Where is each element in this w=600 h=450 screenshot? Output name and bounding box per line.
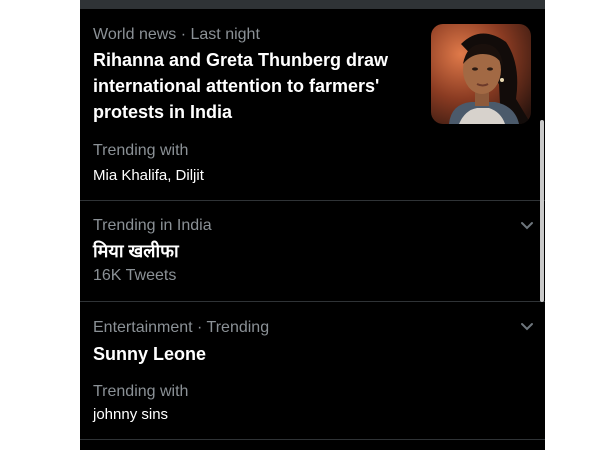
trend-title: Sunny Leone: [93, 344, 207, 364]
chevron-down-icon[interactable]: [519, 318, 535, 334]
trend-title: मिया खलीफा: [93, 241, 179, 261]
headline-line-3: protests in India: [93, 102, 233, 122]
trending-with-label: Trending with: [93, 383, 189, 400]
trend-item-rihanna[interactable]: World news · Last night Rihanna and Gret…: [80, 9, 545, 201]
trend-headline[interactable]: Rihanna and Greta Thunberg draw internat…: [93, 47, 423, 125]
trending-with-value: johnny sins: [93, 406, 169, 423]
headline-line-1: Rihanna and Greta Thunberg draw: [93, 50, 389, 70]
trend-meta: Trending in India: [93, 217, 212, 234]
twitter-trends-screen: World news · Last night Rihanna and Gret…: [80, 0, 545, 450]
rihanna-portrait-photo[interactable]: [431, 24, 531, 124]
top-strip: [80, 0, 545, 9]
headline-line-2: international attention to farmers': [93, 76, 380, 96]
trend-item-sunny-leone[interactable]: Entertainment · Trending Sunny Leone Tre…: [80, 302, 545, 440]
tweet-count: 16K Tweets: [93, 267, 177, 284]
trending-with-value: Mia Khalifa, Diljit: [93, 167, 204, 184]
chevron-down-icon[interactable]: [519, 217, 535, 233]
scrollbar[interactable]: [540, 120, 544, 302]
portrait-image: [431, 24, 531, 124]
trending-with-label: Trending with: [93, 142, 189, 159]
trend-item-mia-khalifa[interactable]: Trending in India मिया खलीफा 16K Tweets: [80, 201, 545, 302]
trend-meta: World news · Last night: [93, 26, 260, 43]
trend-meta: Entertainment · Trending: [93, 319, 270, 336]
